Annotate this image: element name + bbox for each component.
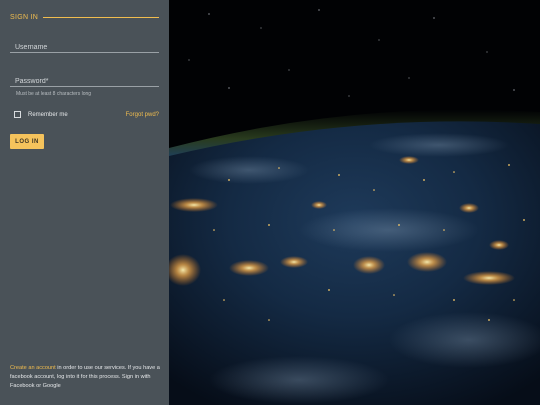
- earth-at-night-image: [169, 0, 540, 405]
- password-input[interactable]: [10, 73, 159, 90]
- footer-text: Create an account in order to use our se…: [10, 364, 162, 391]
- password-field: [10, 70, 159, 90]
- header-divider: [43, 16, 159, 18]
- forgot-password-link[interactable]: Forgot pwd?: [126, 112, 159, 118]
- create-account-link[interactable]: Create an account: [10, 365, 56, 371]
- password-hint: Must be at least 8 characters long: [16, 91, 92, 97]
- sign-in-title: SIGN IN: [10, 13, 39, 21]
- username-field: [10, 36, 159, 56]
- sign-in-header: SIGN IN: [10, 11, 159, 23]
- remember-me-checkbox[interactable]: [14, 111, 21, 118]
- sign-in-panel: SIGN IN Must be at least 8 characters lo…: [0, 0, 169, 405]
- remember-me-label: Remember me: [28, 111, 68, 118]
- remember-me-row[interactable]: Remember me: [14, 111, 68, 118]
- username-input[interactable]: [10, 39, 159, 56]
- login-button[interactable]: LOG IN: [10, 134, 44, 149]
